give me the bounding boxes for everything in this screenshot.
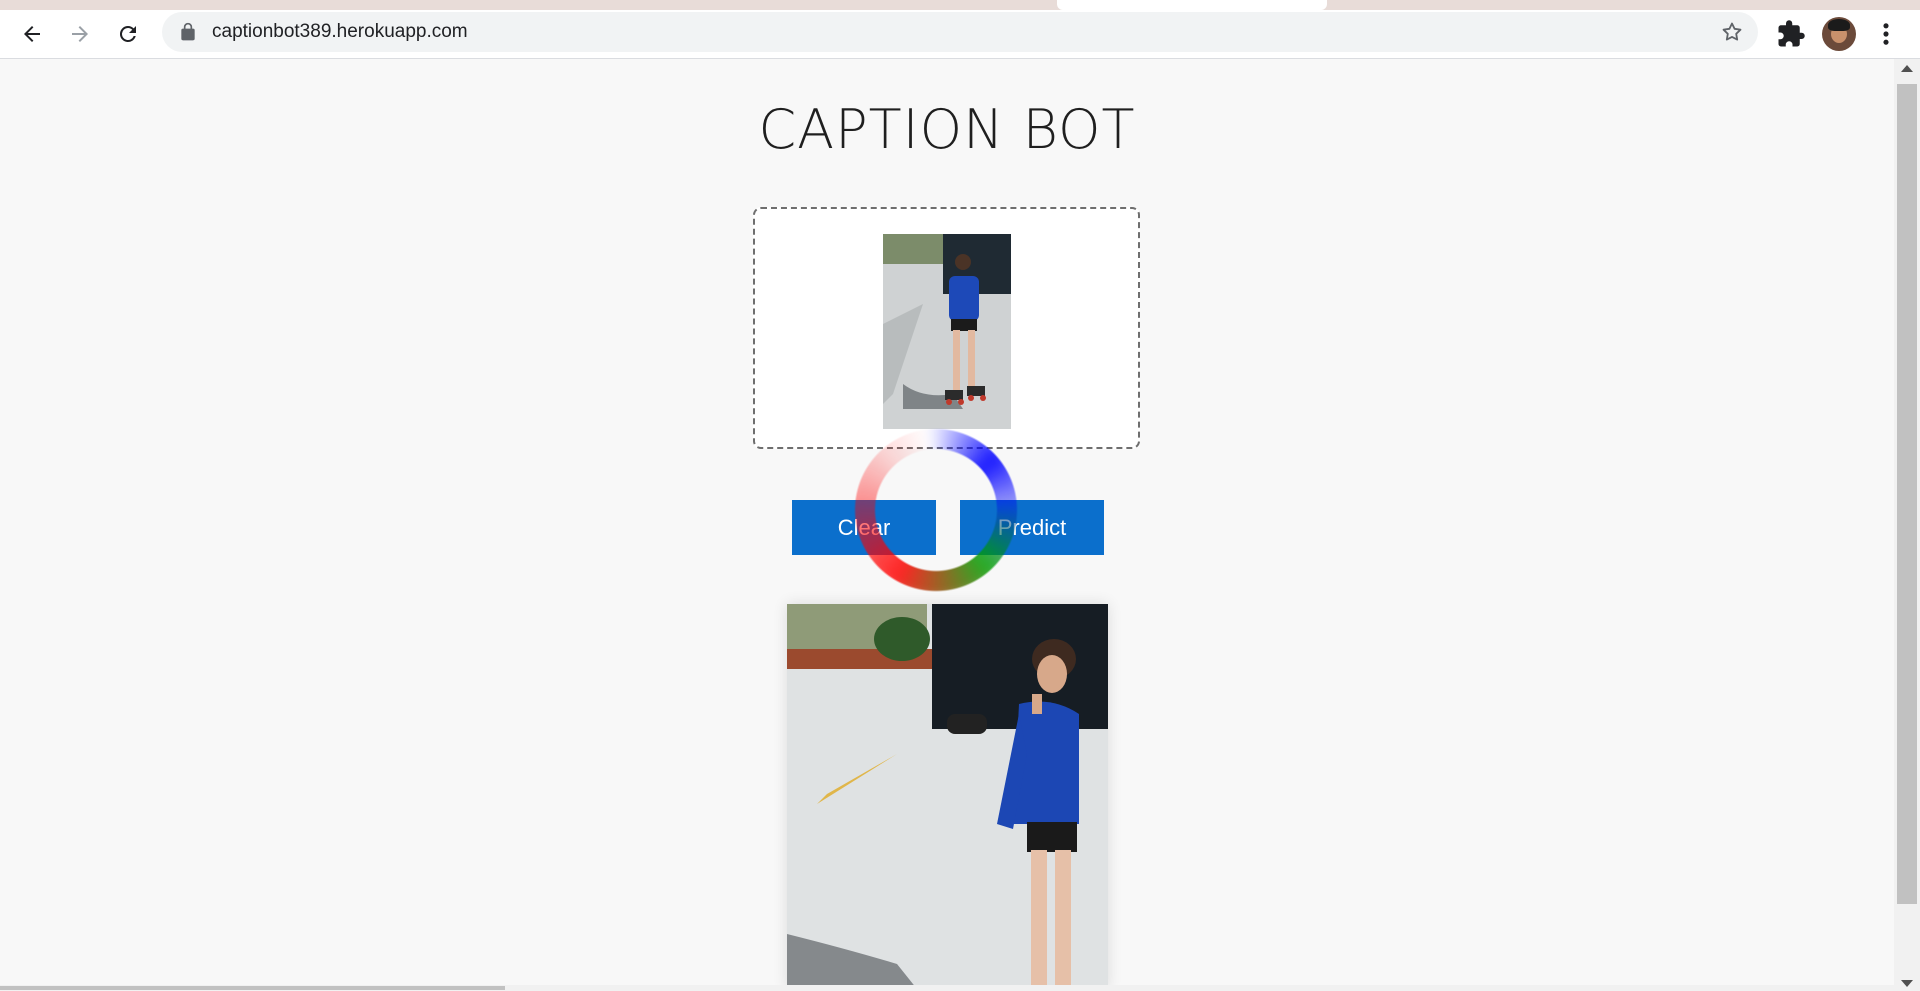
active-tab[interactable] xyxy=(1057,0,1327,10)
clear-button[interactable]: Clear xyxy=(792,500,936,555)
result-photo xyxy=(787,604,1108,989)
star-icon[interactable] xyxy=(1720,20,1744,44)
scroll-up-icon[interactable] xyxy=(1901,65,1913,72)
uploaded-image-thumbnail xyxy=(883,234,1011,429)
extensions-icon[interactable] xyxy=(1776,19,1806,49)
scroll-down-icon[interactable] xyxy=(1901,980,1913,987)
result-image xyxy=(787,604,1108,989)
url-text: captionbot389.herokuapp.com xyxy=(212,21,468,42)
thumbnail-photo xyxy=(883,234,1011,429)
forward-button[interactable] xyxy=(60,14,100,54)
horizontal-scroll-thumb[interactable] xyxy=(0,986,505,990)
tab-strip xyxy=(0,0,1920,10)
predict-button[interactable]: Predict xyxy=(960,500,1104,555)
lock-icon xyxy=(181,22,195,41)
page-title: CAPTION BOT xyxy=(758,98,1136,161)
menu-icon[interactable] xyxy=(1872,20,1900,48)
address-bar[interactable]: captionbot389.herokuapp.com xyxy=(162,12,1758,52)
reload-button[interactable] xyxy=(108,14,148,54)
vertical-scrollbar[interactable] xyxy=(1894,59,1920,991)
forward-icon xyxy=(72,26,88,42)
horizontal-scrollbar[interactable] xyxy=(0,985,1894,991)
browser-toolbar: captionbot389.herokuapp.com xyxy=(0,10,1920,59)
vertical-scroll-thumb[interactable] xyxy=(1897,84,1917,904)
back-button[interactable] xyxy=(12,14,52,54)
reload-icon xyxy=(119,25,136,42)
back-icon xyxy=(24,26,40,42)
avatar[interactable] xyxy=(1822,17,1856,51)
avatar-hair xyxy=(1828,19,1850,31)
